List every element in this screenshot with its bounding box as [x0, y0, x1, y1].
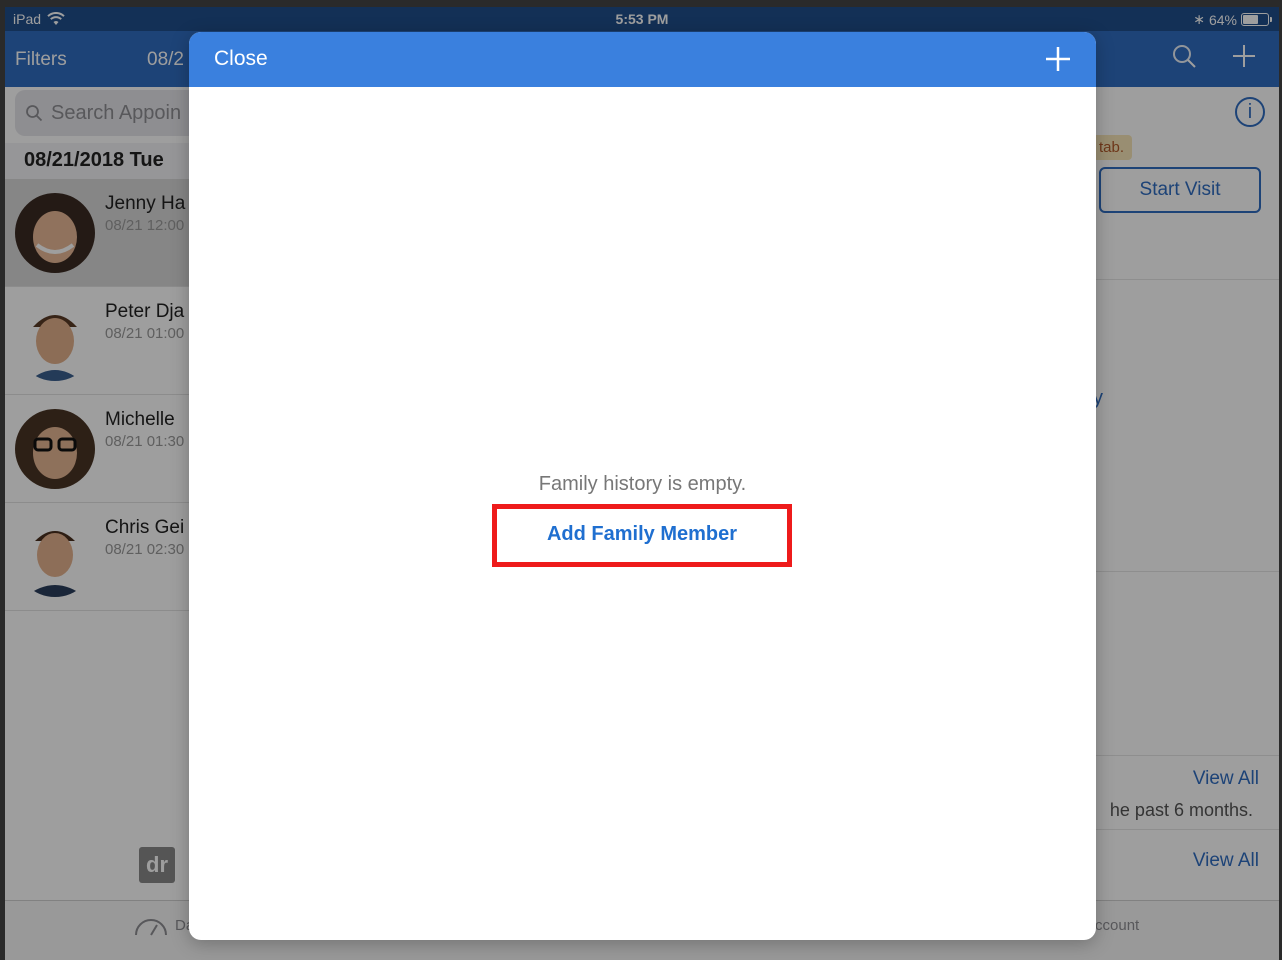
highlight-box: Add Family Member: [492, 504, 792, 567]
add-icon[interactable]: [1042, 43, 1074, 75]
family-history-modal: Close Family history is empty. Add Famil…: [189, 32, 1096, 940]
modal-header: Close: [189, 32, 1096, 87]
add-family-member-button[interactable]: Add Family Member: [497, 523, 787, 546]
empty-state-message: Family history is empty.: [538, 473, 747, 495]
ipad-screen: iPad 5:53 PM ∗ 64% Filters 08/2 Search A…: [5, 7, 1279, 960]
close-button[interactable]: Close: [214, 47, 268, 71]
